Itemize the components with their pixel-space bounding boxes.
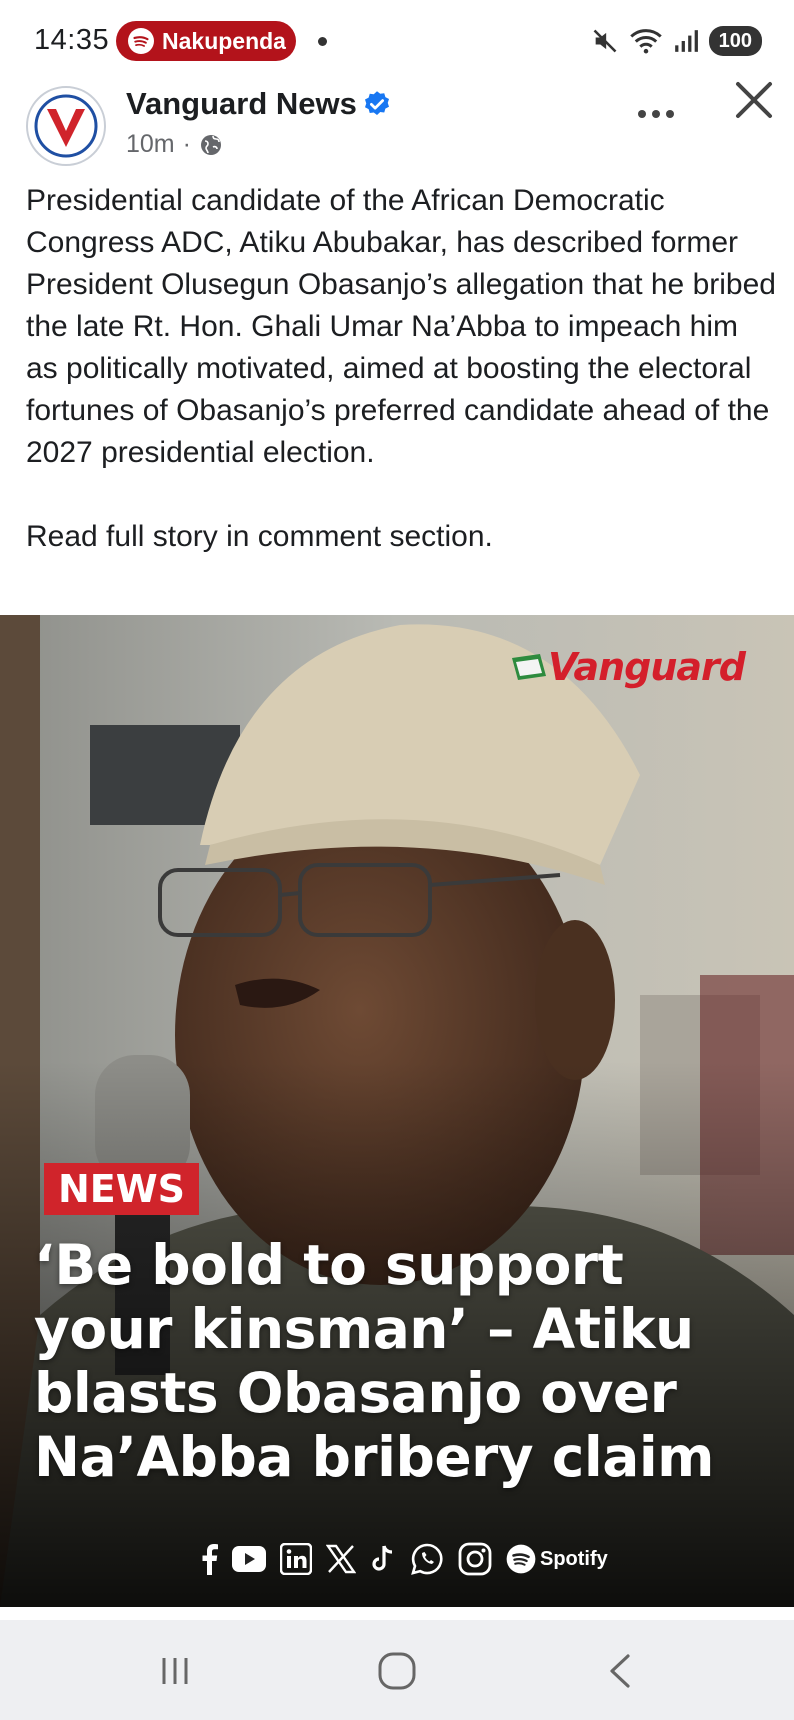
news-badge: NEWS [44, 1163, 200, 1215]
facebook-icon [200, 1539, 218, 1579]
image-headline: ‘Be bold to support your kinsman’ – Atik… [34, 1233, 714, 1489]
vanguard-watermark: Vanguard [510, 645, 746, 689]
spotify-icon [128, 28, 154, 54]
mute-icon [593, 29, 617, 53]
notification-dot [318, 37, 327, 46]
social-links-row: Spotify [200, 1537, 608, 1581]
page-name[interactable]: Vanguard News [126, 86, 357, 122]
home-icon[interactable] [372, 1648, 422, 1694]
wifi-icon [629, 29, 662, 54]
post-time: 10m [126, 130, 175, 158]
back-icon[interactable] [596, 1648, 646, 1694]
spotify-icon: Spotify [506, 1539, 608, 1579]
dot [666, 110, 674, 118]
post-caption: Presidential candidate of the African De… [26, 184, 776, 469]
vanguard-flag-icon [512, 654, 546, 680]
signal-icon [674, 30, 698, 52]
verified-badge-icon [365, 91, 389, 115]
vanguard-logo-icon [34, 94, 98, 158]
status-time: 14:35 [34, 24, 110, 56]
recent-apps-icon[interactable] [150, 1648, 200, 1694]
status-icons: 100 [591, 24, 762, 58]
dot [638, 110, 646, 118]
linkedin-icon [280, 1539, 312, 1579]
globe-icon [200, 134, 221, 155]
whatsapp-icon [410, 1539, 444, 1579]
dot [652, 110, 660, 118]
spotify-label: Spotify [540, 1547, 608, 1570]
now-playing-label: Nakupenda [162, 27, 286, 54]
post-meta: 10m · [126, 130, 223, 159]
vanguard-brand: Vanguard [548, 645, 746, 689]
post-cta: Read full story in comment section. [26, 520, 493, 553]
meta-separator: · [182, 130, 191, 158]
post-image[interactable]: Vanguard NEWS ‘Be bold to support your k… [0, 615, 794, 1607]
avatar[interactable] [26, 86, 106, 166]
instagram-icon [458, 1539, 492, 1579]
post-header: Vanguard News 10m · [0, 82, 794, 172]
battery-icon: 100 [708, 26, 762, 56]
close-icon[interactable] [730, 76, 778, 124]
post-body: Presidential candidate of the African De… [26, 180, 776, 558]
now-playing-pill[interactable]: Nakupenda [116, 21, 296, 61]
status-bar: 14:35 Nakupenda 100 [0, 0, 794, 78]
system-nav-bar [0, 1620, 794, 1720]
youtube-icon [232, 1539, 266, 1579]
tiktok-icon [370, 1539, 396, 1579]
x-icon [326, 1539, 356, 1579]
more-options-button[interactable] [632, 94, 680, 134]
